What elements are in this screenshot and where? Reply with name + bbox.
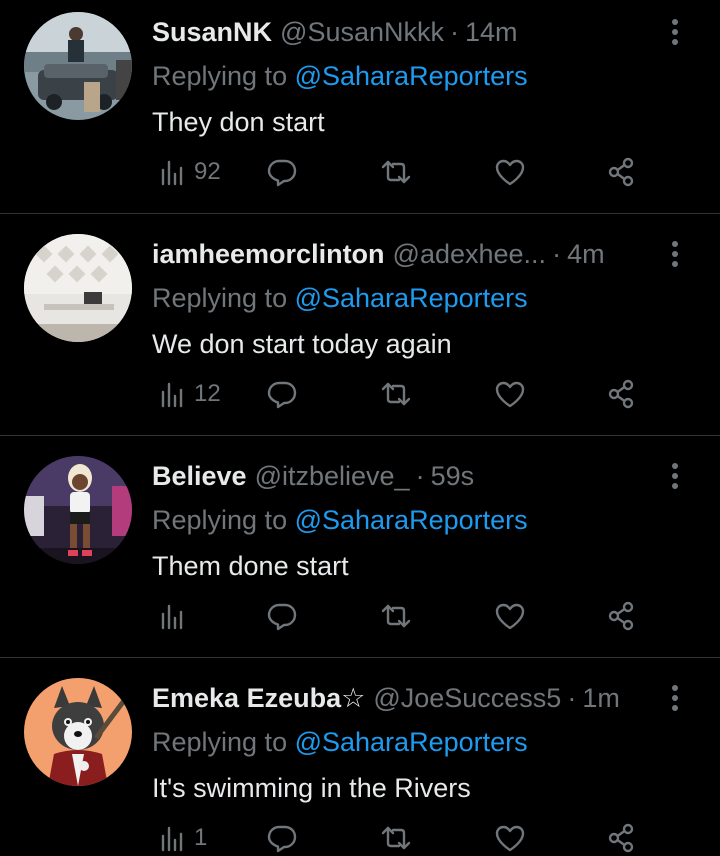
like-button[interactable] [494, 374, 526, 414]
avatar[interactable] [24, 234, 132, 342]
tweet[interactable]: SusanNK @SusanNkkk · 14m Replying to @Sa… [0, 0, 720, 214]
tweet-text: Them done start [152, 551, 349, 581]
tweet[interactable]: iamheemorclinton @adexhee... · 4m Replyi… [0, 214, 720, 436]
reply-icon [267, 603, 297, 631]
avatar[interactable] [24, 12, 132, 120]
retweet-icon [381, 826, 411, 850]
retweet-button[interactable] [380, 818, 412, 856]
reply-button[interactable] [266, 818, 298, 856]
retweet-icon [381, 604, 411, 628]
views-icon [161, 604, 183, 630]
action-bar [152, 596, 652, 636]
timestamp[interactable]: 59s [431, 461, 475, 492]
mention-link[interactable]: @SaharaReporters [295, 727, 528, 757]
author-handle[interactable]: @SusanNkkk [280, 17, 444, 48]
like-icon [495, 825, 525, 852]
more-icon[interactable] [660, 680, 690, 716]
share-icon [608, 379, 634, 409]
replying-to: Replying to @SaharaReporters [152, 724, 690, 760]
replying-to: Replying to @SaharaReporters [152, 280, 690, 316]
separator: · [552, 238, 562, 269]
reply-icon [267, 381, 297, 409]
views-icon [161, 826, 183, 852]
replying-label: Replying to [152, 727, 295, 757]
more-icon[interactable] [660, 236, 690, 272]
views-button[interactable] [158, 596, 194, 636]
share-button[interactable] [606, 374, 638, 414]
mention-link[interactable]: @SaharaReporters [295, 283, 528, 313]
replying-label: Replying to [152, 61, 295, 91]
action-bar: 92 [152, 152, 652, 192]
replying-label: Replying to [152, 505, 295, 535]
tweet-text: They don start [152, 107, 325, 137]
tweet-header: Emeka Ezeuba☆ @JoeSuccess5 · 1m [152, 678, 690, 718]
author-name[interactable]: iamheemorclinton [152, 239, 385, 270]
like-button[interactable] [494, 818, 526, 856]
like-button[interactable] [494, 152, 526, 192]
action-bar: 1 [152, 818, 652, 856]
author-handle[interactable]: @JoeSuccess5 [373, 683, 561, 714]
separator: · [567, 682, 577, 713]
replying-to: Replying to @SaharaReporters [152, 58, 690, 94]
mention-link[interactable]: @SaharaReporters [295, 61, 528, 91]
views-count: 12 [194, 380, 221, 407]
replying-to: Replying to @SaharaReporters [152, 502, 690, 538]
tweet[interactable]: Believe @itzbelieve_ · 59s Replying to @… [0, 436, 720, 658]
retweet-button[interactable] [380, 596, 412, 636]
tweet-header: SusanNK @SusanNkkk · 14m [152, 12, 690, 52]
replying-label: Replying to [152, 283, 295, 313]
views-icon [161, 160, 183, 186]
views-icon [161, 382, 183, 408]
views-count: 92 [194, 158, 221, 185]
share-icon [608, 601, 634, 631]
separator: · [415, 460, 425, 491]
author-name[interactable]: SusanNK [152, 17, 272, 48]
reply-button[interactable] [266, 152, 298, 192]
action-bar: 12 [152, 374, 652, 414]
views-button[interactable]: 1 [158, 818, 207, 856]
timestamp[interactable]: 14m [465, 17, 518, 48]
views-button[interactable]: 92 [158, 152, 221, 192]
author-handle[interactable]: @adexhee... [393, 239, 547, 270]
tweet-header: Believe @itzbelieve_ · 59s [152, 456, 690, 496]
share-icon [608, 157, 634, 187]
avatar[interactable] [24, 456, 132, 564]
reply-button[interactable] [266, 596, 298, 636]
like-icon [495, 159, 525, 186]
reply-icon [267, 825, 297, 853]
tweet-header: iamheemorclinton @adexhee... · 4m [152, 234, 690, 274]
retweet-button[interactable] [380, 152, 412, 192]
like-button[interactable] [494, 596, 526, 636]
views-button[interactable]: 12 [158, 374, 221, 414]
timestamp[interactable]: 1m [582, 683, 620, 714]
retweet-button[interactable] [380, 374, 412, 414]
author-handle[interactable]: @itzbelieve_ [255, 461, 410, 492]
separator: · [450, 16, 459, 47]
mention-link[interactable]: @SaharaReporters [295, 505, 528, 535]
share-button[interactable] [606, 152, 638, 192]
reply-icon [267, 159, 297, 187]
share-button[interactable] [606, 596, 638, 636]
tweet-text: It's swimming in the Rivers [152, 773, 471, 803]
share-icon [608, 823, 634, 853]
like-icon [495, 381, 525, 408]
author-name[interactable]: Believe [152, 461, 247, 492]
avatar[interactable] [24, 678, 132, 786]
more-icon[interactable] [660, 458, 690, 494]
tweet-text: We don start today again [152, 329, 452, 359]
reply-feed: SusanNK @SusanNkkk · 14m Replying to @Sa… [0, 0, 720, 856]
reply-button[interactable] [266, 374, 298, 414]
author-name[interactable]: Emeka Ezeuba☆ [152, 683, 365, 714]
like-icon [495, 603, 525, 630]
share-button[interactable] [606, 818, 638, 856]
retweet-icon [381, 382, 411, 406]
views-count: 1 [194, 824, 208, 851]
more-icon[interactable] [660, 14, 690, 50]
retweet-icon [381, 160, 411, 184]
tweet[interactable]: Emeka Ezeuba☆ @JoeSuccess5 · 1m Replying… [0, 658, 720, 856]
timestamp[interactable]: 4m [567, 239, 605, 270]
